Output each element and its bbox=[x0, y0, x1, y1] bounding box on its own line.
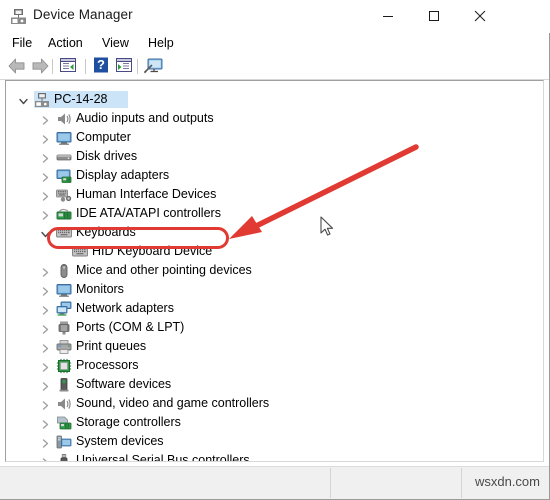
chevron-right-icon[interactable] bbox=[40, 208, 51, 220]
tree-item-label: Display adapters bbox=[76, 168, 170, 182]
tree-item-label: Storage controllers bbox=[76, 415, 181, 429]
svg-text:?: ? bbox=[97, 57, 105, 72]
chevron-right-icon[interactable] bbox=[40, 189, 51, 201]
title-bar: Device Manager bbox=[0, 0, 550, 33]
port-icon bbox=[56, 320, 72, 336]
tree-item-label: Audio inputs and outputs bbox=[76, 111, 214, 125]
minimize-button[interactable] bbox=[365, 0, 411, 31]
tree-item-label: Disk drives bbox=[76, 149, 138, 163]
computer-node-icon bbox=[34, 92, 50, 108]
chevron-down-icon[interactable] bbox=[18, 94, 29, 105]
tree-item-label: Network adapters bbox=[76, 301, 174, 315]
tree-item-label: Computer bbox=[76, 130, 131, 144]
disk-drive-icon bbox=[56, 149, 72, 165]
chevron-right-icon[interactable] bbox=[40, 360, 51, 372]
menu-file[interactable]: File bbox=[8, 35, 36, 51]
tree-item-label: IDE ATA/ATAPI controllers bbox=[76, 206, 221, 220]
properties-button[interactable] bbox=[114, 56, 137, 77]
help-button[interactable]: ? bbox=[91, 56, 114, 77]
chevron-right-icon[interactable] bbox=[40, 284, 51, 296]
menu-view[interactable]: View bbox=[98, 35, 133, 51]
close-button[interactable] bbox=[457, 0, 503, 31]
tree-item-label: Sound, video and game controllers bbox=[76, 396, 270, 410]
tree-item-label: Human Interface Devices bbox=[76, 187, 217, 201]
system-device-icon bbox=[56, 434, 72, 450]
tree-item-label: Processors bbox=[76, 358, 139, 372]
chevron-right-icon[interactable] bbox=[40, 436, 51, 448]
usb-icon bbox=[56, 453, 72, 461]
processor-icon bbox=[56, 358, 72, 374]
chevron-right-icon[interactable] bbox=[40, 170, 51, 182]
watermark-text: wsxdn.com bbox=[474, 474, 540, 489]
chevron-right-icon[interactable] bbox=[40, 341, 51, 353]
menu-bar: File Action View Help bbox=[0, 32, 549, 54]
toolbar-separator bbox=[85, 59, 86, 74]
menu-help[interactable]: Help bbox=[144, 35, 178, 51]
maximize-button[interactable] bbox=[411, 0, 457, 31]
tree-item-label: System devices bbox=[76, 434, 164, 448]
toolbar-separator bbox=[137, 59, 138, 74]
chevron-down-icon[interactable] bbox=[40, 227, 51, 238]
display-adapter-icon bbox=[56, 168, 72, 184]
speaker-icon bbox=[56, 396, 72, 412]
tree-item-label: HID Keyboard Device bbox=[92, 244, 213, 258]
menu-action[interactable]: Action bbox=[44, 35, 87, 51]
window-title: Device Manager bbox=[33, 7, 133, 22]
ide-controller-icon bbox=[56, 206, 72, 222]
chevron-right-icon[interactable] bbox=[40, 265, 51, 277]
chevron-right-icon[interactable] bbox=[40, 151, 51, 163]
tree-item-label: Monitors bbox=[76, 282, 124, 296]
speaker-icon bbox=[56, 111, 72, 127]
tree-item-label: Ports (COM & LPT) bbox=[76, 320, 185, 334]
tree-item-label: Universal Serial Bus controllers bbox=[76, 453, 250, 462]
device-manager-icon bbox=[10, 8, 27, 25]
storage-controller-icon bbox=[56, 415, 72, 431]
tree-item-label: Print queues bbox=[76, 339, 147, 353]
back-button[interactable] bbox=[6, 56, 29, 77]
monitor-icon bbox=[56, 282, 72, 298]
device-manager-window: Device Manager File Action View Help ? P… bbox=[0, 0, 550, 500]
network-adapter-icon bbox=[56, 301, 72, 317]
toolbar-separator bbox=[52, 59, 53, 74]
mouse-icon bbox=[56, 263, 72, 279]
monitor-icon bbox=[56, 130, 72, 146]
forward-button[interactable] bbox=[29, 56, 52, 77]
chevron-right-icon[interactable] bbox=[40, 132, 51, 144]
tree-item-label: Keyboards bbox=[76, 225, 136, 239]
chevron-right-icon[interactable] bbox=[40, 379, 51, 391]
chevron-right-icon[interactable] bbox=[40, 303, 51, 315]
chevron-right-icon[interactable] bbox=[40, 455, 51, 461]
chevron-right-icon[interactable] bbox=[40, 113, 51, 125]
keyboard-device-icon bbox=[72, 244, 88, 260]
software-device-icon bbox=[56, 377, 72, 393]
status-bar: wsxdn.com bbox=[0, 466, 549, 499]
tree-item-label: PC-14-28 bbox=[54, 92, 108, 106]
hid-icon bbox=[56, 187, 72, 203]
device-tree-panel[interactable]: PC-14-28 Audio inputs and outputs Comput… bbox=[5, 80, 544, 462]
printer-icon bbox=[56, 339, 72, 355]
chevron-right-icon[interactable] bbox=[40, 322, 51, 334]
toolbar: ? bbox=[0, 54, 549, 80]
tree-item-label: Software devices bbox=[76, 377, 172, 391]
tree-item-label: Mice and other pointing devices bbox=[76, 263, 252, 277]
keyboard-icon bbox=[56, 225, 72, 241]
status-separator bbox=[330, 468, 331, 498]
chevron-right-icon[interactable] bbox=[40, 398, 51, 410]
chevron-right-icon[interactable] bbox=[40, 417, 51, 429]
show-hide-console-tree-button[interactable] bbox=[58, 56, 81, 77]
status-separator bbox=[461, 468, 462, 498]
scan-hardware-changes-button[interactable] bbox=[143, 56, 166, 77]
